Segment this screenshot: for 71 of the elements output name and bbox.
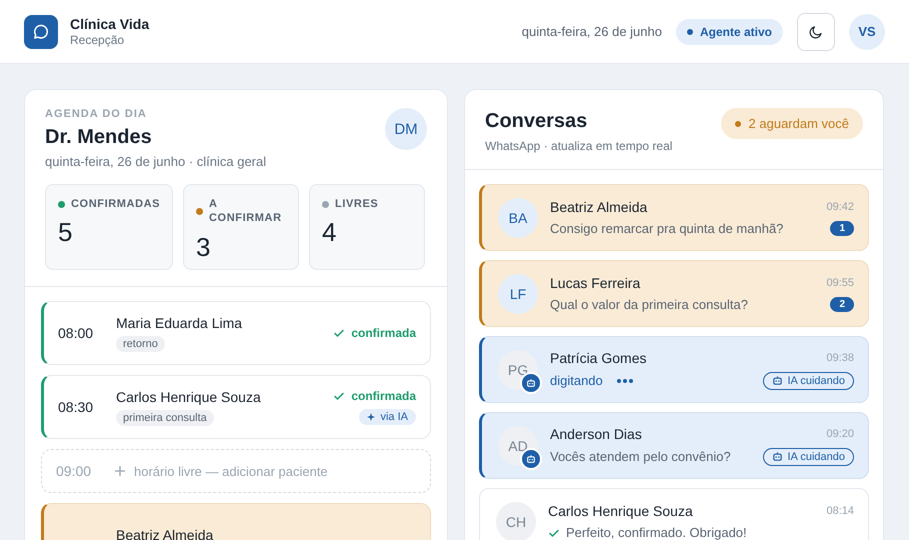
conversation-item[interactable]: AD Anderson Dias 09:20 Vocês atendem pelo convênio? IA cuidando — [479, 412, 869, 479]
appointment-card[interactable]: 08:00 Maria Eduarda Lima retorno confirmada — [41, 301, 431, 365]
current-date: quinta-feira, 26 de junho — [522, 24, 662, 39]
message-time: 09:42 — [826, 201, 854, 213]
stat-label: A CONFIRMAR — [209, 197, 283, 226]
robot-icon — [526, 378, 536, 388]
robot-icon — [772, 451, 782, 462]
user-avatar[interactable]: VS — [849, 14, 885, 50]
unread-count: 1 — [830, 221, 854, 236]
message-time: 09:38 — [826, 352, 854, 364]
stat-value: 3 — [196, 232, 212, 263]
contact-avatar: CH — [496, 502, 536, 540]
appointment-time: 08:30 — [58, 399, 94, 415]
stat-value: 5 — [58, 217, 74, 248]
message-preview: Consigo remarcar pra quinta de manhã? — [550, 221, 784, 236]
clinic-name: Clínica Vida — [70, 16, 150, 32]
stat-value: 4 — [322, 217, 338, 248]
contact-name: Carlos Henrique Souza — [548, 503, 693, 519]
panel-title: Conversas — [485, 110, 588, 133]
conversation-item[interactable]: BA Beatriz Almeida 09:42 Consigo remarcar pra quinta de manhã? 1 — [479, 184, 869, 251]
moon-icon — [808, 24, 824, 40]
doctor-avatar: DM — [385, 108, 427, 150]
stat-label: LIVRES — [335, 197, 378, 212]
agenda-details: quinta-feira, 26 de junho · clínica geral — [45, 154, 268, 169]
contact-name: Anderson Dias — [550, 426, 642, 442]
conversation-item[interactable]: PG Patrícia Gomes 09:38 digitando IA cuidando — [479, 336, 869, 403]
message-time: 09:55 — [826, 277, 854, 289]
panel-subtitle: WhatsApp · atualiza em tempo real — [485, 139, 672, 153]
ai-source-tag: via IA — [359, 409, 416, 425]
message-time: 09:20 — [826, 428, 854, 440]
check-icon — [333, 327, 346, 339]
agent-status-badge: Agente ativo — [676, 18, 783, 44]
sparkle-icon — [367, 413, 376, 421]
robot-icon — [526, 454, 536, 464]
contact-name: Lucas Ferreira — [550, 275, 640, 291]
patient-name: Maria Eduarda Lima — [116, 314, 242, 330]
contact-name: Beatriz Almeida — [550, 199, 648, 215]
appointment-time: 08:00 — [58, 325, 94, 341]
contact-name: Patrícia Gomes — [550, 350, 646, 366]
conversation-item[interactable]: LF Lucas Ferreira 09:55 Qual o valor da primeira consulta? 2 — [479, 260, 869, 327]
ai-handling-tag: IA cuidando — [762, 372, 854, 390]
message-time: 08:14 — [826, 505, 854, 517]
appointment-card[interactable]: 08:30 Carlos Henrique Souza primeira consulta confirmada via IA — [41, 375, 431, 439]
appointment-time: 09:00 — [56, 463, 92, 479]
plus-icon — [114, 465, 126, 477]
check-icon — [333, 390, 346, 402]
visit-type-tag: primeira consulta — [116, 410, 214, 426]
contact-avatar: BA — [498, 198, 538, 238]
message-preview: Qual o valor da primeira consulta? — [550, 297, 748, 312]
robot-icon — [772, 375, 782, 386]
ai-handling-tag: IA cuidando — [762, 448, 854, 466]
chat-bubble-icon — [24, 14, 58, 48]
patient-name: Beatriz Almeida — [116, 527, 214, 540]
message-preview: Vocês atendem pelo convênio? — [550, 449, 731, 464]
unread-count: 2 — [830, 297, 854, 312]
contact-avatar: LF — [498, 274, 538, 314]
appointment-status: confirmada — [351, 326, 416, 340]
message-preview: digitando — [550, 373, 603, 388]
stat-label: CONFIRMADAS — [71, 197, 160, 212]
visit-type-tag: retorno — [116, 336, 165, 352]
typing-dots-icon — [616, 378, 633, 382]
doctor-name: Dr. Mendes — [45, 126, 152, 149]
conversation-item[interactable]: CH Carlos Henrique Souza 08:14 Perfeito, confirmado. Obrigado! — [479, 488, 869, 540]
appointment-status: confirmada — [351, 389, 416, 403]
waiting-badge: 2 aguardam você — [720, 108, 863, 139]
patient-name: Carlos Henrique Souza — [116, 388, 261, 404]
dark-mode-button[interactable] — [797, 12, 835, 50]
clinic-section: Recepção — [70, 33, 150, 47]
message-preview: Perfeito, confirmado. Obrigado! — [566, 525, 747, 540]
section-label: AGENDA DO DIA — [45, 108, 148, 120]
appointment-card[interactable]: Beatriz Almeida — [41, 503, 431, 540]
